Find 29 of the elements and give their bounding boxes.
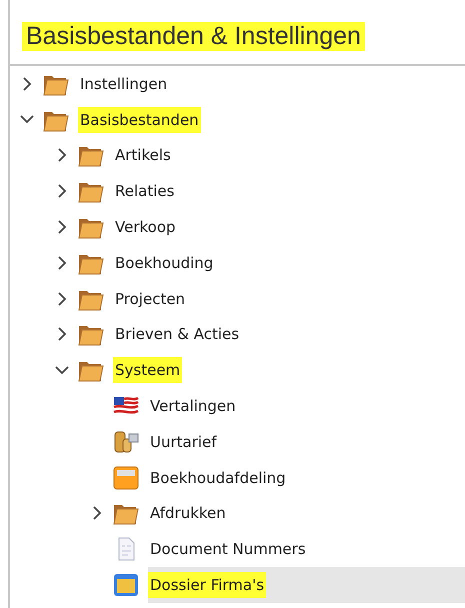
chevron-right-icon[interactable] xyxy=(22,76,32,91)
chevron-down-icon[interactable] xyxy=(55,366,69,375)
tree-item[interactable]: Uurtarief xyxy=(148,428,219,455)
chevron-right-icon[interactable] xyxy=(58,292,66,306)
chevron-right-icon[interactable] xyxy=(58,184,66,198)
tree-item[interactable]: Projecten xyxy=(113,286,188,312)
tree-item[interactable]: Document Nummers xyxy=(148,536,308,562)
tree-item[interactable]: Dossier Firma's xyxy=(148,572,266,598)
tree-item[interactable]: Boekhoudafdeling xyxy=(148,464,288,491)
tree-item[interactable]: Afdrukken xyxy=(148,500,228,526)
chevron-right-icon[interactable] xyxy=(92,506,102,520)
tree-item[interactable]: Brieven & Acties xyxy=(113,321,242,348)
chevron-down-icon[interactable] xyxy=(20,115,34,124)
tree-item[interactable]: Basisbestanden xyxy=(78,106,201,133)
tree-item[interactable]: Verkoop xyxy=(113,214,178,240)
chevron-right-icon[interactable] xyxy=(58,256,66,270)
window-icon xyxy=(112,572,140,598)
tree-item[interactable]: Vertalingen xyxy=(148,393,238,420)
tree-item[interactable]: Boekhouding xyxy=(113,250,216,276)
tree-item[interactable]: Systeem xyxy=(113,357,182,384)
tree-item[interactable]: Instellingen xyxy=(78,70,170,97)
tree-item[interactable]: Artikels xyxy=(113,142,173,168)
chevron-right-icon[interactable] xyxy=(58,220,66,234)
chevron-right-icon[interactable] xyxy=(58,327,66,342)
drawer-icon xyxy=(112,464,140,491)
panel-title: Basisbestanden & Instellingen xyxy=(22,22,365,50)
coins-icon xyxy=(112,428,140,455)
chevron-right-icon[interactable] xyxy=(58,148,66,162)
tree-item[interactable]: Relaties xyxy=(113,178,176,204)
